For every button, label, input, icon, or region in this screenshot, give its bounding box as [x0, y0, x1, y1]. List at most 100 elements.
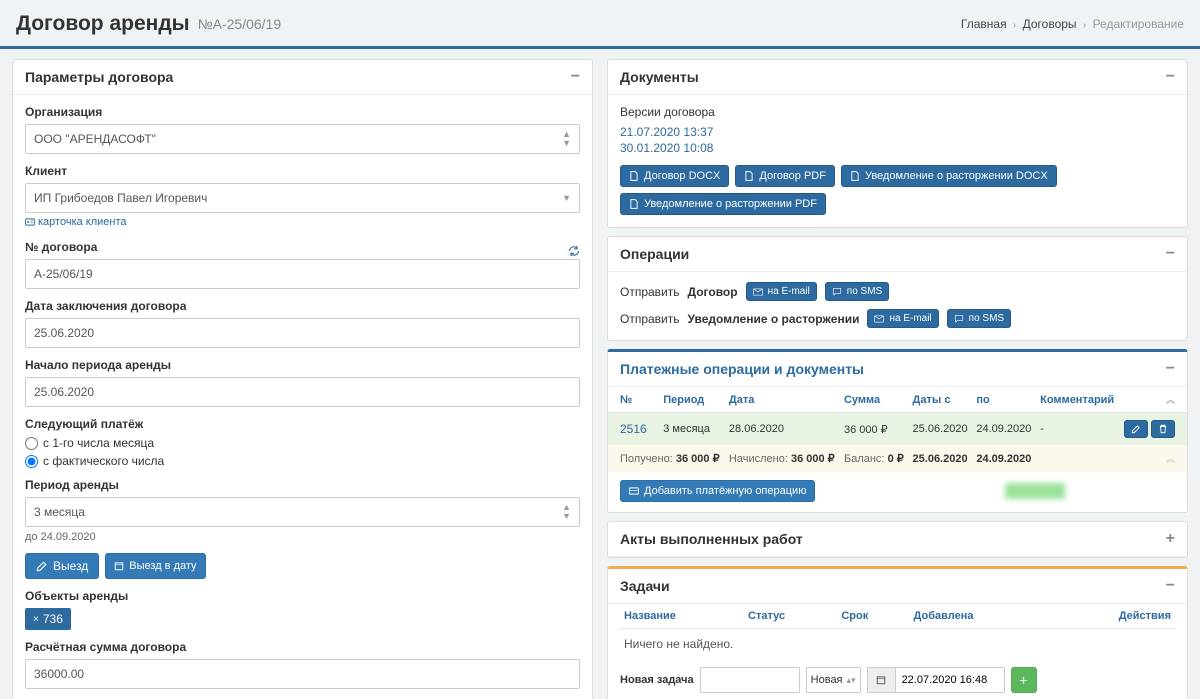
close-icon[interactable]: × — [33, 614, 39, 625]
edit-icon — [36, 560, 48, 572]
client-card-link[interactable]: карточка клиента — [25, 216, 127, 228]
panel-params-title: Параметры договора — [25, 69, 173, 85]
panel-payment-ops: Платежные операции и документы − № Перио… — [607, 349, 1188, 513]
panel-tasks-title: Задачи — [620, 578, 670, 594]
caret-icon: ▲▼ — [562, 503, 571, 521]
add-payment-button[interactable]: Добавить платёжную операцию — [620, 480, 815, 502]
caret-icon: ▼ — [562, 194, 571, 203]
col-date[interactable]: Дата — [725, 387, 840, 413]
contract-docx-button[interactable]: Договор DOCX — [620, 165, 729, 187]
col-task-name[interactable]: Название — [620, 604, 744, 629]
collapse-icon[interactable]: − — [1166, 246, 1175, 262]
payment-id-link[interactable]: 2516 — [620, 422, 647, 436]
termination-pdf-button[interactable]: Уведомление о расторжении PDF — [620, 193, 826, 215]
mail-icon — [753, 287, 763, 297]
calendar-icon — [876, 675, 886, 685]
calendar-button[interactable] — [867, 667, 895, 693]
table-row: 2516 3 месяца 28.06.2020 36 000 ₽ 25.06.… — [608, 413, 1187, 446]
tasks-table: Название Статус Срок Добавлена Действия — [620, 604, 1175, 629]
delete-payment-button[interactable] — [1151, 420, 1175, 438]
new-task-date-input[interactable] — [895, 667, 1005, 693]
caret-icon: ▲▼ — [562, 130, 571, 148]
panel-acts: Акты выполненных работ + — [607, 521, 1188, 558]
file-icon — [629, 171, 639, 181]
collapse-icon[interactable]: − — [1166, 361, 1175, 377]
contract-date-label: Дата заключения договора — [25, 299, 580, 313]
chevron-icon[interactable]: ︽ — [1166, 454, 1175, 464]
chat-icon — [832, 287, 842, 297]
col-task-due[interactable]: Срок — [837, 604, 909, 629]
mail-icon — [874, 314, 884, 324]
send-termination-email-button[interactable]: на E-mail — [867, 309, 938, 328]
calc-sum-input[interactable] — [25, 659, 580, 689]
collapse-icon[interactable]: − — [1166, 578, 1175, 594]
add-task-button[interactable]: + — [1011, 667, 1037, 693]
breadcrumb-current: Редактирование — [1093, 17, 1184, 31]
radio-first-day[interactable] — [25, 437, 38, 450]
version-link[interactable]: 30.01.2020 10:08 — [620, 141, 1175, 155]
panel-operations: Операции − Отправить Договор на E-mail п — [607, 236, 1188, 341]
file-icon — [744, 171, 754, 181]
org-label: Организация — [25, 105, 580, 119]
send-contract-email-button[interactable]: на E-mail — [746, 282, 817, 301]
pencil-icon — [1131, 424, 1141, 434]
col-sum[interactable]: Сумма — [840, 387, 909, 413]
new-task-status-select[interactable]: Новая ▴▾ — [806, 667, 861, 693]
blurred-amount — [1005, 483, 1065, 499]
org-select[interactable]: ООО "АРЕНДАСОФТ" ▲▼ — [25, 124, 580, 154]
edit-payment-button[interactable] — [1124, 420, 1148, 438]
version-link[interactable]: 21.07.2020 13:37 — [620, 125, 1175, 139]
exit-button[interactable]: Выезд — [25, 553, 99, 579]
breadcrumb: Главная › Договоры › Редактирование — [961, 17, 1184, 31]
breadcrumb-home[interactable]: Главная — [961, 17, 1007, 31]
start-date-input[interactable] — [25, 377, 580, 407]
panel-tasks: Задачи − Название Статус Срок Добавлена … — [607, 566, 1188, 699]
contract-pdf-button[interactable]: Договор PDF — [735, 165, 835, 187]
col-task-status[interactable]: Статус — [744, 604, 837, 629]
card-icon — [629, 486, 639, 496]
send-contract-sms-button[interactable]: по SMS — [825, 282, 889, 301]
summary-row: Получено: 36 000 ₽ Начислено: 36 000 ₽ Б… — [608, 445, 1187, 472]
num-label: № договора — [25, 240, 97, 254]
card-icon — [25, 217, 35, 227]
col-from[interactable]: Даты с — [909, 387, 973, 413]
num-input[interactable] — [25, 259, 580, 289]
next-pay-label: Следующий платёж — [25, 417, 580, 431]
chat-icon — [954, 314, 964, 324]
client-select[interactable]: ИП Грибоедов Павел Игоревич ▼ — [25, 183, 580, 213]
new-task-input[interactable] — [700, 667, 800, 693]
file-icon — [850, 171, 860, 181]
page-title: Договор аренды — [16, 12, 190, 36]
panel-documents: Документы − Версии договора 21.07.2020 1… — [607, 59, 1188, 228]
panel-payment-ops-title: Платежные операции и документы — [620, 361, 864, 377]
caret-icon: ▴▾ — [847, 676, 856, 685]
object-tag[interactable]: × 736 — [25, 608, 71, 630]
termination-docx-button[interactable]: Уведомление о расторжении DOCX — [841, 165, 1057, 187]
start-date-label: Начало периода аренды — [25, 358, 580, 372]
col-task-added[interactable]: Добавлена — [910, 604, 1051, 629]
objects-label: Объекты аренды — [25, 589, 580, 603]
collapse-icon[interactable]: − — [1166, 69, 1175, 85]
col-period[interactable]: Период — [659, 387, 725, 413]
calc-sum-label: Расчётная сумма договора — [25, 640, 580, 654]
expand-icon[interactable]: + — [1166, 531, 1175, 547]
chevron-icon[interactable]: ︽ — [1166, 395, 1175, 405]
col-comment[interactable]: Комментарий — [1036, 387, 1119, 413]
collapse-icon[interactable]: − — [571, 69, 580, 85]
tasks-empty: Ничего не найдено. — [620, 629, 1175, 659]
contract-date-input[interactable] — [25, 318, 580, 348]
versions-title: Версии договора — [620, 105, 1175, 119]
col-num[interactable]: № — [608, 387, 659, 413]
panel-documents-title: Документы — [620, 69, 699, 85]
panel-params: Параметры договора − Организация ООО "АР… — [12, 59, 593, 699]
new-task-label: Новая задача — [620, 674, 694, 686]
period-select[interactable]: 3 месяца ▲▼ — [25, 497, 580, 527]
col-to[interactable]: по — [972, 387, 1036, 413]
breadcrumb-contracts[interactable]: Договоры — [1023, 17, 1077, 31]
radio-actual-day[interactable] — [25, 455, 38, 468]
calendar-icon — [114, 561, 124, 571]
exit-date-button[interactable]: Выезд в дату — [105, 553, 205, 579]
refresh-icon[interactable] — [568, 242, 580, 258]
send-termination-sms-button[interactable]: по SMS — [947, 309, 1011, 328]
page-header: Договор аренды №А-25/06/19 Главная › Дог… — [0, 0, 1200, 49]
